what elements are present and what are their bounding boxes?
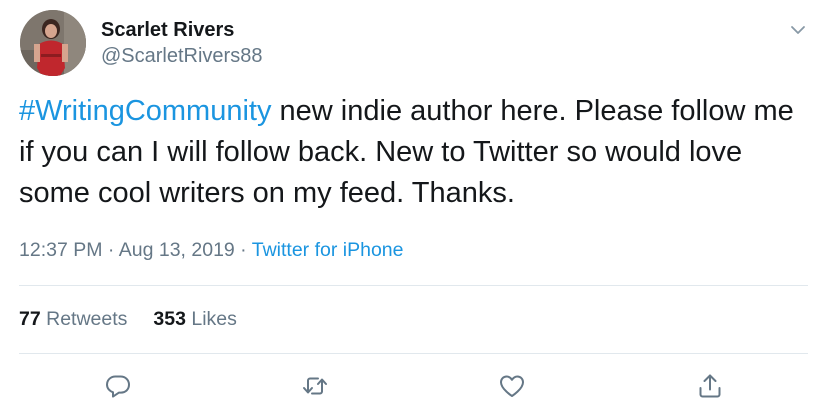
tweet-text: #WritingCommunity new indie author here.… (19, 91, 809, 214)
share-icon[interactable] (696, 372, 724, 400)
reply-icon[interactable] (104, 372, 132, 400)
likes-stat[interactable]: 353 Likes (153, 306, 237, 332)
likes-count: 353 (153, 308, 186, 330)
hashtag-link[interactable]: #WritingCommunity (19, 95, 271, 127)
retweets-stat[interactable]: 77 Retweets (19, 306, 127, 332)
divider (19, 353, 808, 354)
retweets-label: Retweets (40, 308, 128, 330)
chevron-down-icon[interactable] (788, 20, 808, 40)
meta-separator: · (234, 239, 252, 261)
meta-separator: · (102, 239, 119, 261)
avatar[interactable] (20, 10, 86, 76)
source-link[interactable]: Twitter for iPhone (252, 239, 404, 261)
heart-icon[interactable] (498, 372, 526, 400)
tweet-stats: 77 Retweets 353 Likes (19, 306, 237, 332)
retweet-icon[interactable] (301, 372, 329, 400)
user-info[interactable]: Scarlet Rivers @ScarletRivers88 (101, 17, 262, 69)
divider (19, 285, 808, 286)
tweet-meta: 12:37 PM · Aug 13, 2019 · Twitter for iP… (19, 237, 403, 263)
retweets-count: 77 (19, 308, 41, 330)
tweet-card: Scarlet Rivers @ScarletRivers88 #Writing… (0, 0, 826, 418)
tweet-time[interactable]: 12:37 PM (19, 239, 102, 261)
tweet-date[interactable]: Aug 13, 2019 (119, 239, 235, 261)
user-handle[interactable]: @ScarletRivers88 (101, 43, 262, 69)
display-name[interactable]: Scarlet Rivers (101, 17, 262, 43)
likes-label: Likes (185, 308, 237, 330)
